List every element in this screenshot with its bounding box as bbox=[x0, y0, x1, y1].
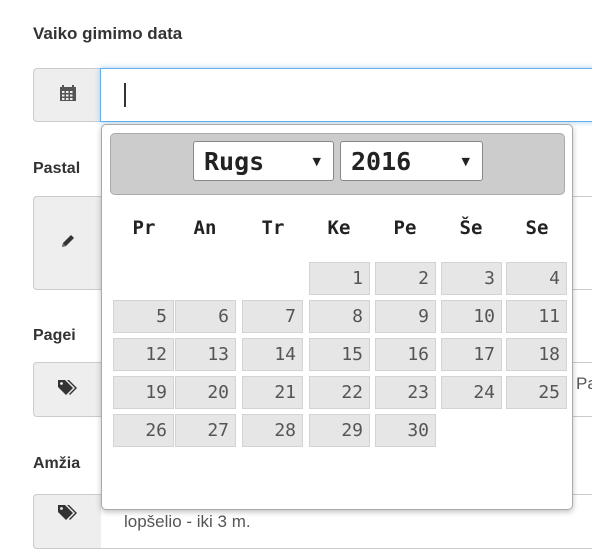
calendar-day[interactable]: 19 bbox=[113, 376, 174, 409]
pencil-icon bbox=[59, 232, 77, 255]
calendar-day[interactable]: 21 bbox=[242, 376, 303, 409]
month-select[interactable]: Rugs ▼ bbox=[193, 141, 334, 181]
calendar-day[interactable]: 16 bbox=[375, 338, 436, 371]
datepicker-popup: Rugs ▼ 2016 ▼ Pr An Tr Ke Pe Še Se 1 2 3 4 5 6 7 8 9 10 1… bbox=[101, 124, 573, 510]
calendar-day[interactable]: 22 bbox=[309, 376, 370, 409]
calendar-day[interactable]: 24 bbox=[441, 376, 502, 409]
pageid-label: Pagei bbox=[33, 327, 76, 344]
datepicker-header bbox=[110, 133, 565, 195]
calendar-day[interactable]: 28 bbox=[242, 414, 303, 447]
calendar-day[interactable]: 6 bbox=[175, 300, 236, 333]
pencil-addon bbox=[33, 196, 101, 290]
calendar-day[interactable]: 8 bbox=[309, 300, 370, 333]
tags-addon bbox=[33, 362, 101, 417]
calendar-day[interactable]: 12 bbox=[113, 338, 174, 371]
calendar-day[interactable]: 25 bbox=[506, 376, 567, 409]
tags-icon bbox=[57, 378, 79, 401]
calendar-day[interactable]: 5 bbox=[113, 300, 174, 333]
calendar-day[interactable]: 13 bbox=[175, 338, 236, 371]
tags-addon-2 bbox=[33, 494, 101, 549]
birthdate-input[interactable] bbox=[100, 68, 592, 122]
calendar-day[interactable]: 9 bbox=[375, 300, 436, 333]
calendar-day[interactable]: 11 bbox=[506, 300, 567, 333]
weekday-header: Se bbox=[525, 217, 549, 239]
calendar-addon[interactable] bbox=[33, 68, 101, 122]
year-select-value: 2016 bbox=[351, 146, 412, 176]
weekday-header: Pe bbox=[393, 217, 417, 239]
calendar-day[interactable]: 20 bbox=[175, 376, 236, 409]
calendar-day[interactable]: 29 bbox=[309, 414, 370, 447]
calendar-day[interactable]: 3 bbox=[441, 262, 502, 295]
chevron-down-icon: ▼ bbox=[461, 155, 470, 168]
month-select-value: Rugs bbox=[204, 146, 265, 176]
calendar-day[interactable]: 18 bbox=[506, 338, 567, 371]
calendar-day[interactable]: 23 bbox=[375, 376, 436, 409]
calendar-day[interactable]: 2 bbox=[375, 262, 436, 295]
text-caret bbox=[124, 83, 126, 107]
tags-icon bbox=[57, 503, 79, 526]
weekday-header: Pr bbox=[132, 217, 156, 239]
calendar-day[interactable]: 1 bbox=[309, 262, 370, 295]
calendar-day[interactable]: 27 bbox=[175, 414, 236, 447]
calendar-day[interactable]: 30 bbox=[375, 414, 436, 447]
age-value: lopšelio - iki 3 m. bbox=[124, 512, 251, 531]
calendar-day[interactable]: 26 bbox=[113, 414, 174, 447]
pageid-overflow-text: Pa bbox=[576, 374, 592, 393]
weekday-header: An bbox=[193, 217, 217, 239]
weekday-header: Ke bbox=[327, 217, 351, 239]
calendar-day[interactable]: 4 bbox=[506, 262, 567, 295]
calendar-day[interactable]: 14 bbox=[242, 338, 303, 371]
weekday-header: Še bbox=[459, 217, 483, 239]
calendar-day[interactable]: 15 bbox=[309, 338, 370, 371]
pastaba-label: Pastal bbox=[33, 160, 81, 177]
calendar-icon bbox=[59, 84, 77, 107]
calendar-day[interactable]: 7 bbox=[242, 300, 303, 333]
age-label: Amžia bbox=[33, 455, 81, 472]
calendar-day[interactable]: 10 bbox=[441, 300, 502, 333]
year-select[interactable]: 2016 ▼ bbox=[340, 141, 483, 181]
chevron-down-icon: ▼ bbox=[312, 155, 321, 168]
weekday-header: Tr bbox=[261, 217, 285, 239]
birthdate-label: Vaiko gimimo data bbox=[33, 24, 183, 43]
calendar-day[interactable]: 17 bbox=[441, 338, 502, 371]
